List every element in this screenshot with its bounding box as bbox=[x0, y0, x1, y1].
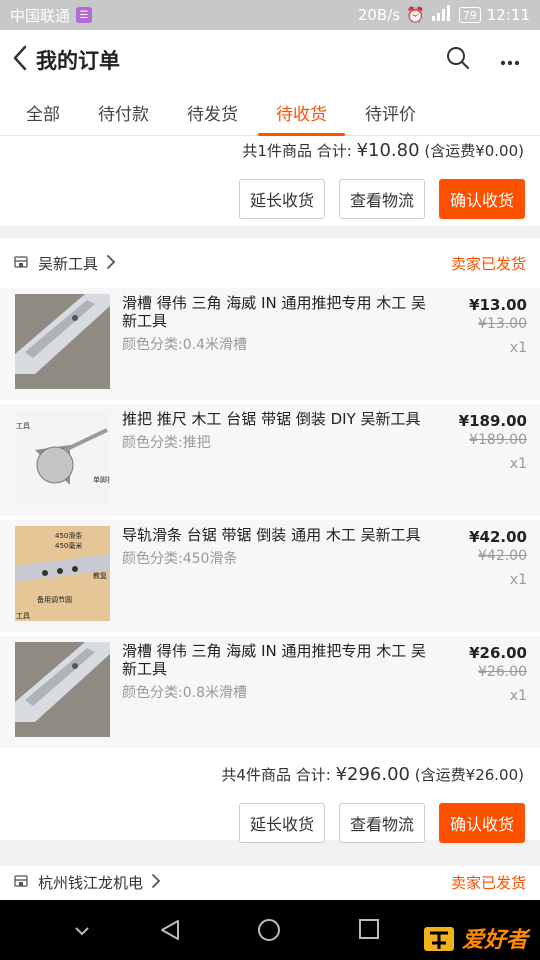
view-logistics-button[interactable]: 查看物流 bbox=[338, 179, 425, 219]
page-title: 我的订单 bbox=[36, 49, 120, 73]
nav-down-icon[interactable] bbox=[74, 922, 90, 941]
product-spec: 颜色分类:0.4米滑槽 bbox=[122, 337, 247, 353]
thumb-label: 450滑条 bbox=[55, 531, 82, 540]
product-image bbox=[15, 642, 110, 737]
clock: 12:11 bbox=[486, 6, 530, 24]
product-name: 导轨滑条 台锯 带锯 倒装 通用 木工 吴新工具 bbox=[122, 526, 421, 544]
original-price: ¥26.00 bbox=[478, 664, 527, 680]
logo-mark-icon bbox=[423, 927, 454, 951]
shop-header[interactable]: 吴新工具 卖家已发货 bbox=[0, 238, 540, 290]
chevron-right-icon bbox=[151, 873, 161, 893]
order-item[interactable]: 滑槽 得伟 三角 海威 IN 通用推把专用 木工 吴新工具 颜色分类:0.4米滑… bbox=[0, 288, 540, 400]
product-image: 单脚拐 工具 bbox=[15, 410, 110, 505]
total-label: 合计: bbox=[316, 142, 352, 160]
order-item[interactable]: 滑槽 得伟 三角 海威 IN 通用推把专用 木工 吴新工具 颜色分类:0.8米滑… bbox=[0, 636, 540, 748]
battery-indicator: 79 bbox=[458, 7, 481, 23]
back-icon[interactable] bbox=[12, 45, 28, 75]
more-icon[interactable] bbox=[500, 51, 520, 70]
shop-header[interactable]: 杭州钱江龙机电 卖家已发货 bbox=[0, 866, 540, 900]
status-bar: 中国联通 ☰ 20B/s ⏰ 79 12:11 bbox=[0, 0, 540, 30]
confirm-receipt-button[interactable]: 确认收货 bbox=[438, 803, 525, 843]
shop-icon bbox=[14, 254, 28, 273]
quantity: x1 bbox=[509, 572, 527, 588]
shipping-fee: (含运费¥0.00) bbox=[424, 142, 524, 160]
thumb-label: 单脚拐 bbox=[93, 475, 110, 484]
search-icon[interactable] bbox=[446, 46, 470, 74]
notification-icon: ☰ bbox=[76, 7, 93, 23]
quantity: x1 bbox=[509, 340, 527, 356]
carrier-label: 中国联通 bbox=[10, 6, 71, 25]
product-spec: 颜色分类:0.8米滑槽 bbox=[122, 685, 247, 701]
tab-pending-review[interactable]: 待评价 bbox=[365, 90, 416, 136]
nav-back-icon[interactable] bbox=[158, 918, 182, 946]
order-total: ¥10.80 bbox=[356, 140, 420, 161]
order-actions: 延长收货 查看物流 确认收货 bbox=[0, 179, 540, 219]
product-image: 450滑条 450毫米 教复 备用调节圆 工具 bbox=[15, 526, 110, 621]
quantity: x1 bbox=[509, 688, 527, 704]
thumb-label: 备用调节圆 bbox=[37, 595, 72, 604]
tab-pending-shipment[interactable]: 待发货 bbox=[187, 90, 238, 136]
app-header: 我的订单 bbox=[0, 30, 540, 90]
order-card-3: 杭州钱江龙机电 卖家已发货 bbox=[0, 866, 540, 900]
product-image bbox=[15, 294, 110, 389]
item-count: 共4件商品 bbox=[221, 766, 291, 784]
product-price: ¥13.00 bbox=[469, 296, 527, 314]
original-price: ¥42.00 bbox=[478, 548, 527, 564]
nav-recent-icon[interactable] bbox=[358, 918, 380, 944]
order-card-1: 共1件商品 合计: ¥10.80 (含运费¥0.00) 延长收货 查看物流 确认… bbox=[0, 136, 540, 226]
product-spec: 颜色分类:450滑条 bbox=[122, 551, 238, 567]
confirm-receipt-button[interactable]: 确认收货 bbox=[438, 179, 525, 219]
shop-name: 杭州钱江龙机电 bbox=[38, 874, 144, 892]
thumb-label: 450毫米 bbox=[55, 541, 82, 550]
total-label: 合计: bbox=[295, 766, 331, 784]
product-name: 推把 推尺 木工 台锯 带锯 倒装 DIY 吴新工具 bbox=[122, 410, 421, 428]
order-item[interactable]: 450滑条 450毫米 教复 备用调节圆 工具 导轨滑条 台锯 带锯 倒装 通用… bbox=[0, 520, 540, 632]
product-name: 滑槽 得伟 三角 海威 IN 通用推把专用 木工 吴新工具 bbox=[122, 294, 427, 330]
order-status: 卖家已发货 bbox=[450, 255, 526, 273]
product-price: ¥42.00 bbox=[469, 528, 527, 546]
product-price: ¥189.00 bbox=[458, 412, 527, 430]
item-count: 共1件商品 bbox=[242, 142, 312, 160]
extend-receipt-button[interactable]: 延长收货 bbox=[238, 803, 325, 843]
signal-icon bbox=[431, 5, 453, 25]
watermark-text: 爱好者 bbox=[461, 928, 528, 953]
order-summary: 共1件商品 合计: ¥10.80 (含运费¥0.00) bbox=[0, 140, 540, 161]
thumb-label: 教复 bbox=[93, 571, 107, 580]
extend-receipt-button[interactable]: 延长收货 bbox=[238, 179, 325, 219]
product-price: ¥26.00 bbox=[469, 644, 527, 662]
product-name: 滑槽 得伟 三角 海威 IN 通用推把专用 木工 吴新工具 bbox=[122, 642, 427, 678]
tab-pending-receipt[interactable]: 待收货 bbox=[258, 90, 345, 136]
watermark-logo: 爱好者 bbox=[422, 922, 528, 954]
chevron-right-icon bbox=[106, 254, 116, 274]
view-logistics-button[interactable]: 查看物流 bbox=[338, 803, 425, 843]
shipping-fee: (含运费¥26.00) bbox=[414, 766, 524, 784]
order-tabs: 全部 待付款 待发货 待收货 待评价 bbox=[0, 90, 540, 136]
shop-icon bbox=[14, 873, 28, 892]
order-status: 卖家已发货 bbox=[450, 874, 526, 892]
order-summary: 共4件商品 合计: ¥296.00 (含运费¥26.00) bbox=[0, 764, 540, 785]
original-price: ¥13.00 bbox=[478, 316, 527, 332]
tab-all[interactable]: 全部 bbox=[26, 90, 60, 136]
alarm-icon: ⏰ bbox=[406, 6, 425, 24]
order-item[interactable]: 单脚拐 工具 推把 推尺 木工 台锯 带锯 倒装 DIY 吴新工具 颜色分类:推… bbox=[0, 404, 540, 516]
order-actions: 延长收货 查看物流 确认收货 bbox=[0, 803, 540, 843]
shop-name: 吴新工具 bbox=[38, 255, 99, 273]
thumb-label: 工具 bbox=[16, 422, 30, 430]
nav-home-icon[interactable] bbox=[257, 918, 281, 946]
tab-pending-payment[interactable]: 待付款 bbox=[98, 90, 149, 136]
original-price: ¥189.00 bbox=[469, 432, 527, 448]
product-spec: 颜色分类:推把 bbox=[122, 435, 211, 451]
order-total: ¥296.00 bbox=[335, 764, 411, 785]
network-speed: 20B/s bbox=[357, 6, 401, 24]
quantity: x1 bbox=[509, 456, 527, 472]
thumb-label: 工具 bbox=[16, 612, 30, 620]
